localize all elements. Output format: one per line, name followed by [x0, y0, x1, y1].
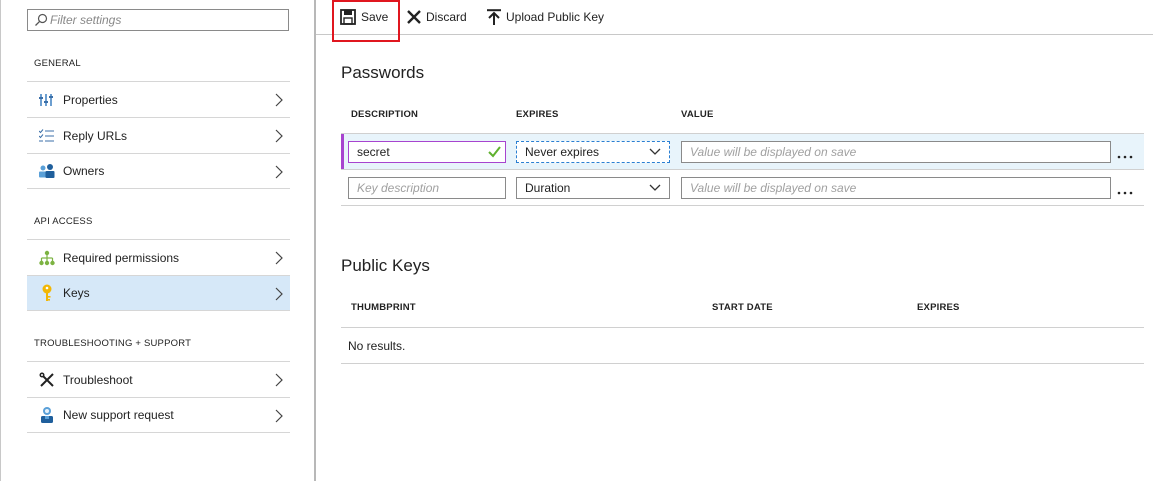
- permissions-icon: [37, 248, 57, 268]
- sidebar-item-troubleshoot[interactable]: Troubleshoot: [27, 361, 290, 397]
- chevron-down-icon: [649, 184, 661, 191]
- section-troubleshooting-label: TROUBLESHOOTING + SUPPORT: [34, 338, 192, 349]
- column-header-expires: EXPIRES: [917, 302, 960, 313]
- chevron-down-icon: [649, 148, 661, 155]
- key-value-field[interactable]: Value will be displayed on save: [681, 177, 1111, 199]
- sidebar-item-keys[interactable]: Keys: [27, 275, 290, 311]
- sidebar-item-label: Owners: [63, 164, 105, 178]
- save-highlight-box: [332, 0, 400, 42]
- key-value-field[interactable]: Value will be displayed on save: [681, 141, 1111, 163]
- key-description-input[interactable]: Key description: [348, 177, 506, 199]
- expires-value: Never expires: [525, 145, 600, 159]
- sidebar-divider: [314, 0, 316, 481]
- public-keys-title: Public Keys: [341, 256, 430, 275]
- table-divider: [341, 169, 1144, 170]
- sidebar-item-owners[interactable]: Owners: [27, 153, 290, 189]
- people-icon: [37, 161, 57, 181]
- more-options-icon[interactable]: [1117, 154, 1133, 160]
- empty-state-text: No results.: [348, 339, 406, 353]
- duration-dropdown[interactable]: Duration: [516, 177, 670, 199]
- sidebar-item-label: Reply URLs: [63, 128, 128, 143]
- sidebar-item-label: Properties: [63, 92, 118, 107]
- table-divider: [341, 327, 1144, 328]
- sidebar-item-reply-urls[interactable]: Reply URLs: [27, 117, 290, 153]
- chevron-right-icon: [275, 409, 283, 423]
- checkmark-icon: [488, 146, 501, 158]
- search-icon: [35, 13, 48, 26]
- discard-button[interactable]: Discard: [407, 0, 467, 34]
- support-person-icon: [37, 405, 57, 425]
- chevron-right-icon: [275, 373, 283, 387]
- chevron-right-icon: [275, 165, 283, 179]
- list-icon: [37, 126, 57, 146]
- table-divider: [341, 363, 1144, 364]
- chevron-right-icon: [275, 287, 283, 301]
- sidebar-item-label: Troubleshoot: [63, 372, 133, 387]
- row-accent-bar: [341, 134, 344, 170]
- app-window: GENERAL Properties: [0, 0, 1153, 481]
- command-bar: Save Discard Upload Public Key: [316, 0, 1153, 35]
- sidebar-item-label: Required permissions: [63, 250, 180, 265]
- key-value-placeholder: Value will be displayed on save: [690, 145, 857, 159]
- table-divider: [341, 205, 1144, 206]
- filter-settings-input[interactable]: [50, 11, 286, 29]
- duration-value: Duration: [525, 181, 571, 195]
- properties-icon: [37, 90, 57, 110]
- expires-dropdown[interactable]: Never expires: [516, 141, 670, 163]
- key-icon: [37, 283, 57, 303]
- discard-label: Discard: [426, 10, 467, 24]
- section-api-access-label: API ACCESS: [34, 216, 93, 227]
- sidebar-item-required-permissions[interactable]: Required permissions: [27, 239, 290, 275]
- column-header-value: VALUE: [681, 109, 714, 120]
- sidebar-item-label: Keys: [63, 286, 90, 300]
- more-options-icon[interactable]: [1117, 190, 1133, 196]
- upload-public-key-button[interactable]: Upload Public Key: [487, 0, 604, 34]
- column-header-start-date: START DATE: [712, 302, 773, 313]
- upload-public-key-label: Upload Public Key: [506, 10, 605, 24]
- settings-sidebar: GENERAL Properties: [1, 0, 314, 481]
- key-description-placeholder: Key description: [357, 181, 440, 195]
- filter-settings-box[interactable]: [27, 9, 289, 31]
- key-description-value: secret: [357, 145, 390, 159]
- column-header-expires: EXPIRES: [516, 109, 559, 120]
- section-general-label: GENERAL: [34, 58, 81, 69]
- sidebar-item-new-support-request[interactable]: New support request: [27, 397, 290, 433]
- column-header-thumbprint: THUMBPRINT: [351, 302, 416, 313]
- chevron-right-icon: [275, 93, 283, 107]
- wrench-icon: [37, 370, 57, 390]
- chevron-right-icon: [275, 251, 283, 265]
- close-icon: [407, 10, 421, 24]
- key-description-input[interactable]: secret: [348, 141, 506, 163]
- sidebar-item-label: New support request: [63, 408, 174, 422]
- upload-icon: [487, 9, 501, 25]
- chevron-right-icon: [275, 129, 283, 143]
- column-header-description: DESCRIPTION: [351, 109, 419, 120]
- sidebar-item-properties[interactable]: Properties: [27, 81, 290, 117]
- key-value-placeholder: Value will be displayed on save: [690, 181, 857, 195]
- passwords-title: Passwords: [341, 63, 425, 82]
